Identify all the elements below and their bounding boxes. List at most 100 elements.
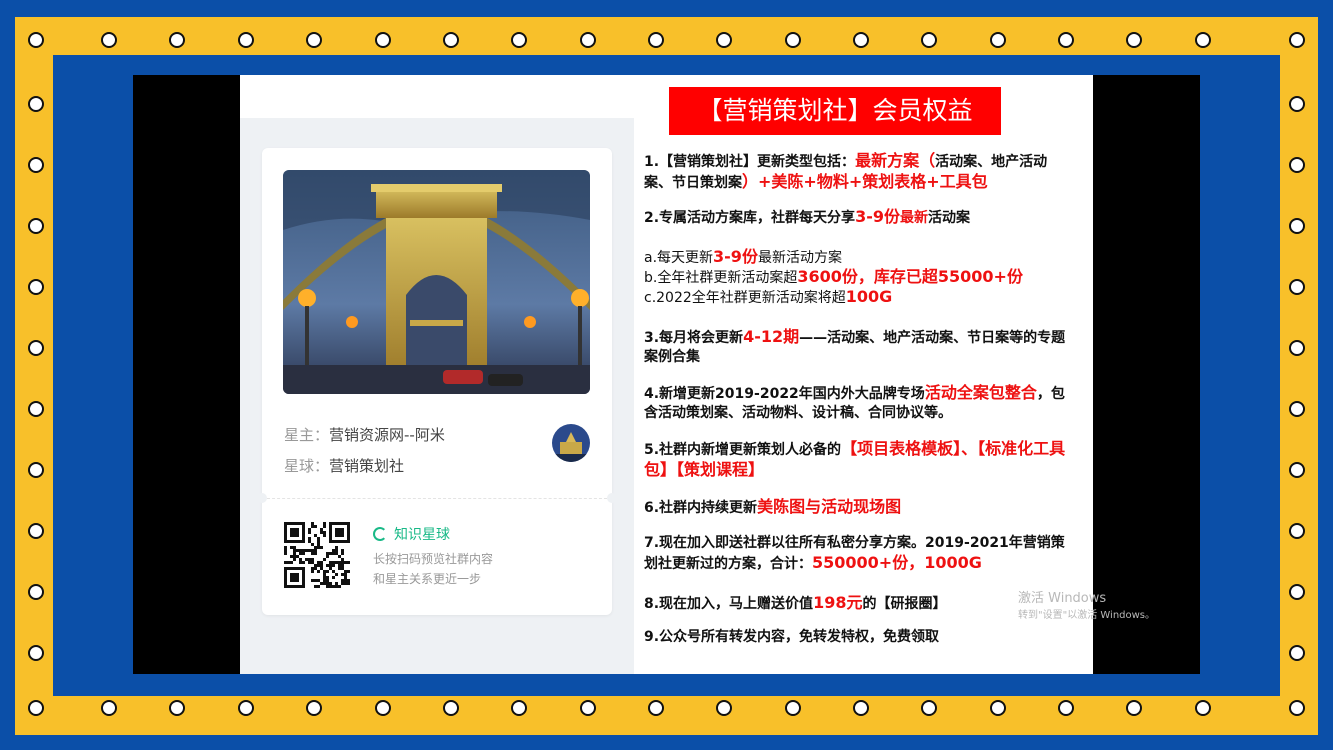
benefit-1-highlight: 最新方案（ <box>855 151 936 170</box>
benefit-2c-text: c.2022全年社群更新活动案将超 <box>644 290 846 306</box>
bulb-light <box>1289 700 1305 716</box>
bulb-light <box>785 32 801 48</box>
knowledge-planet-brand: 知识星球 <box>373 524 450 544</box>
card-divider <box>262 498 612 499</box>
benefit-3-highlight: 4-12期 <box>743 327 800 346</box>
bulb-light <box>101 700 117 716</box>
watermark-line-1: 激活 Windows <box>1018 591 1107 606</box>
benefit-4-highlight: 活动全案包整合 <box>924 383 1037 402</box>
benefit-2-highlight-2: 最新 <box>899 210 928 226</box>
bulb-light <box>28 340 44 356</box>
bulb-light <box>853 700 869 716</box>
bulb-light <box>169 32 185 48</box>
bulb-light <box>1058 32 1074 48</box>
benefit-1: 1.【营销策划社】更新类型包括：最新方案（活动案、地产活动案、节日策划案）+美陈… <box>644 151 1074 193</box>
bulb-light <box>1289 340 1305 356</box>
benefit-9-text: 9.公众号所有转发内容，免转发特权，免费领取 <box>644 629 940 645</box>
card-notch-right <box>607 493 617 503</box>
bulb-light <box>28 401 44 417</box>
benefit-2b: b.全年社群更新活动案超3600份，库存已超55000+份 <box>644 267 1074 288</box>
bulb-light <box>1126 700 1142 716</box>
benefit-6: 6.社群内持续更新美陈图与活动现场图 <box>644 497 1074 518</box>
bulb-light <box>580 700 596 716</box>
bulb-light <box>853 32 869 48</box>
bulb-light <box>1195 700 1211 716</box>
benefit-3: 3.每月将会更新4-12期——活动案、地产活动案、节日案等的专题案例合集 <box>644 327 1074 367</box>
benefit-2a-text: a.每天更新 <box>644 250 714 266</box>
benefit-2: 2.专属活动方案库，社群每天分享3-9份最新活动案 <box>644 207 1074 228</box>
bulb-light <box>648 700 664 716</box>
qr-code[interactable] <box>284 522 350 588</box>
bulb-light <box>443 32 459 48</box>
benefit-2-highlight: 3-9份 <box>855 207 900 226</box>
benefit-6-highlight: 美陈图与活动现场图 <box>757 497 902 516</box>
planet-card: 星主：营销资源网--阿米 星球：营销策划社 知识星球 长按扫码预览社群内容 和星… <box>257 148 617 615</box>
bulb-light <box>1289 523 1305 539</box>
planet-name: 营销策划社 <box>329 457 405 475</box>
knowledge-planet-panel: 星主：营销资源网--阿米 星球：营销策划社 知识星球 长按扫码预览社群内容 和星… <box>240 118 634 674</box>
bulb-light <box>1289 218 1305 234</box>
bulb-light <box>375 700 391 716</box>
bulb-light <box>511 32 527 48</box>
bulb-light <box>238 700 254 716</box>
bulb-light <box>28 218 44 234</box>
page-title: 【营销策划社】会员权益 <box>669 87 1001 135</box>
bulb-light <box>1289 462 1305 478</box>
bulb-light <box>443 700 459 716</box>
bulb-light <box>169 700 185 716</box>
bulb-light <box>28 584 44 600</box>
benefit-4: 4.新增更新2019-2022年国内外大品牌专场活动全案包整合，包含活动策划案、… <box>644 383 1074 423</box>
bulb-light <box>1289 645 1305 661</box>
benefit-8-highlight: 198元 <box>813 593 863 612</box>
benefit-2-text: 2.专属活动方案库，社群每天分享 <box>644 210 856 226</box>
bulb-light <box>306 700 322 716</box>
benefit-2b-text: b.全年社群更新活动案超 <box>644 270 798 286</box>
bulb-light <box>921 700 937 716</box>
benefit-2-text-2: 活动案 <box>927 210 970 226</box>
benefit-8-text: 8.现在加入，马上赠送价值 <box>644 596 814 612</box>
bulb-light <box>28 462 44 478</box>
bulb-light <box>716 700 732 716</box>
benefit-8-text-2: 的【研报圈】 <box>862 596 947 612</box>
bridge-photo <box>283 170 590 394</box>
bulb-light <box>1289 96 1305 112</box>
bulb-light <box>990 700 1006 716</box>
benefit-9: 9.公众号所有转发内容，免转发特权，免费领取 <box>644 628 1074 647</box>
owner-label: 星主： <box>284 426 330 444</box>
bulb-light <box>306 32 322 48</box>
bulb-light <box>1126 32 1142 48</box>
benefit-4-text: 4.新增更新2019-2022年国内外大品牌专场 <box>644 386 925 402</box>
bulb-light <box>28 523 44 539</box>
bulb-light <box>716 32 732 48</box>
benefit-2c-highlight: 100G <box>845 287 893 306</box>
slide-content: 星主：营销资源网--阿米 星球：营销策划社 知识星球 长按扫码预览社群内容 和星… <box>240 75 1093 674</box>
watermark-line-2: 转到"设置"以激活 Windows。 <box>1018 610 1156 621</box>
bulb-light <box>1289 32 1305 48</box>
bulb-light <box>990 32 1006 48</box>
bulb-light <box>1289 584 1305 600</box>
scan-hint: 长按扫码预览社群内容 和星主关系更近一步 <box>373 549 493 589</box>
bulb-light <box>648 32 664 48</box>
bulb-light <box>28 157 44 173</box>
brand-label: 知识星球 <box>394 527 450 543</box>
bulb-light <box>580 32 596 48</box>
bulb-light <box>28 96 44 112</box>
benefit-2a: a.每天更新3-9份最新活动方案 <box>644 247 1074 268</box>
benefit-7-highlight: 550000+份，1000G <box>812 553 982 572</box>
planet-line: 星球：营销策划社 <box>284 455 404 476</box>
benefit-2a-text-2: 最新活动方案 <box>757 250 842 266</box>
bulb-light <box>1195 32 1211 48</box>
planet-label: 星球： <box>284 457 330 475</box>
scan-hint-line-2: 和星主关系更近一步 <box>373 572 482 586</box>
bulb-light <box>28 279 44 295</box>
bulb-light <box>1058 700 1074 716</box>
bulb-light <box>921 32 937 48</box>
owner-name: 营销资源网--阿米 <box>329 426 445 444</box>
planet-logo-icon <box>373 527 387 541</box>
benefit-2a-highlight: 3-9份 <box>713 247 758 266</box>
windows-activation-watermark: 激活 Windows 转到"设置"以激活 Windows。 <box>1018 590 1155 624</box>
benefit-7: 7.现在加入即送社群以往所有私密分享方案。2019-2021年营销策划社更新过的… <box>644 534 1074 574</box>
benefit-6-text: 6.社群内持续更新 <box>644 500 758 516</box>
benefit-5: 5.社群内新增更新策划人必备的【项目表格模板】、【标准化工具包】【策划课程】 <box>644 439 1074 481</box>
bulb-light <box>375 32 391 48</box>
